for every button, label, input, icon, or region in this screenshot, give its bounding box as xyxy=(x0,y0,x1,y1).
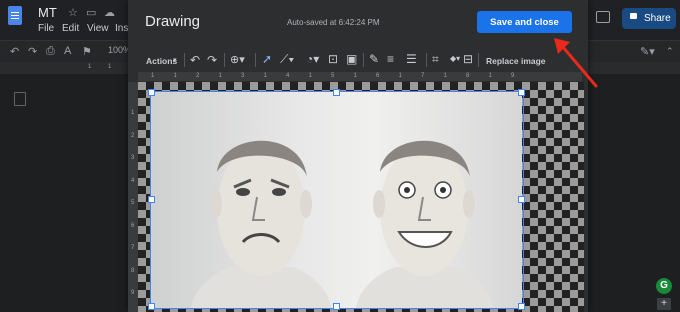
undo-icon[interactable]: ↶ xyxy=(190,53,200,67)
annotation-arrow xyxy=(554,38,598,88)
zoom-icon[interactable]: ⊕▾ xyxy=(230,53,245,66)
undo-icon[interactable]: ↶ xyxy=(10,45,19,58)
resize-handle[interactable] xyxy=(518,196,525,203)
ruler-tick-label: 9 xyxy=(131,290,135,296)
ruler-tick-label: 1 xyxy=(263,73,267,79)
spellcheck-icon[interactable]: A xyxy=(64,45,71,57)
image-options-icon[interactable]: ⊟ xyxy=(463,52,473,66)
line-tool-icon[interactable]: ⟋▾ xyxy=(280,52,294,67)
line-dash-icon[interactable]: ☰ xyxy=(406,52,417,66)
ruler-tick-label: 1 xyxy=(308,73,312,79)
resize-handle[interactable] xyxy=(518,89,525,96)
star-icon[interactable]: ☆ xyxy=(68,6,78,19)
explore-icon[interactable]: + xyxy=(657,298,671,310)
resize-handle[interactable] xyxy=(148,196,155,203)
resize-handle[interactable] xyxy=(333,89,340,96)
resize-handle[interactable] xyxy=(333,303,340,310)
ruler-tick-label: 8 xyxy=(131,267,135,274)
resize-handle[interactable] xyxy=(148,303,155,310)
editing-mode-icon[interactable]: ✎▾ xyxy=(640,45,655,58)
ruler-tick-label: 4 xyxy=(131,177,135,184)
pen-icon[interactable]: ✎ xyxy=(369,52,379,66)
docs-logo-icon[interactable] xyxy=(8,6,22,25)
outline-icon[interactable] xyxy=(14,92,26,106)
toolbar-divider xyxy=(255,53,256,67)
docs-ruler-mark: 1 xyxy=(88,64,92,70)
select-cursor-icon[interactable]: ➚ xyxy=(262,52,272,66)
comment-history-icon[interactable] xyxy=(596,11,610,23)
toolbar-divider xyxy=(184,53,185,67)
ruler-tick-label: 1 xyxy=(151,73,155,79)
ruler-tick-label: 4 xyxy=(286,73,290,79)
ruler-tick-label: 3 xyxy=(241,73,245,79)
toolbar-divider xyxy=(478,53,479,67)
menu-file[interactable]: File xyxy=(38,23,54,34)
lock-icon xyxy=(630,13,637,19)
ruler-tick-label: 5 xyxy=(331,73,335,79)
docs-ruler-mark: 1 xyxy=(108,64,112,70)
crop-icon[interactable]: ⌗ xyxy=(432,52,439,67)
ruler-tick-label: 1 xyxy=(173,73,177,79)
ruler-tick-label: 6 xyxy=(131,222,135,229)
redo-icon[interactable]: ↷ xyxy=(28,45,37,58)
save-and-close-button[interactable]: Save and close xyxy=(477,11,572,33)
text-box-icon[interactable]: ⊡ xyxy=(328,52,338,66)
mask-image-icon[interactable]: ◆▾ xyxy=(450,54,460,63)
autosave-status: Auto-saved at 6:42:24 PM xyxy=(287,18,380,27)
ruler-tick-label: 7 xyxy=(131,245,135,251)
ruler-tick-label: 8 xyxy=(466,73,470,79)
canvas-ruler-top xyxy=(138,72,582,81)
ruler-tick-label: 2 xyxy=(131,132,135,139)
resize-handle[interactable] xyxy=(148,89,155,96)
collapse-icon[interactable]: ⌃ xyxy=(666,46,674,57)
paint-format-icon[interactable]: ⚑ xyxy=(82,45,92,58)
document-title[interactable]: MT xyxy=(38,5,57,20)
ruler-tick-label: 9 xyxy=(511,73,515,79)
cloud-icon[interactable]: ☁ xyxy=(104,6,115,19)
print-icon[interactable]: ⎙ xyxy=(46,45,55,58)
ruler-tick-label: 1 xyxy=(488,73,492,79)
ruler-tick-label: 1 xyxy=(443,73,447,79)
toolbar-divider xyxy=(426,53,427,67)
ruler-tick-label: 7 xyxy=(421,73,425,79)
ruler-tick-label: 1 xyxy=(353,73,357,79)
ruler-tick-label: 2 xyxy=(196,73,200,79)
resize-handle[interactable] xyxy=(518,303,525,310)
replace-image-button[interactable]: Replace image xyxy=(486,56,546,66)
ruler-tick-label: 1 xyxy=(398,73,402,79)
folder-icon[interactable]: ▭ xyxy=(86,6,96,19)
grammarly-icon[interactable]: G xyxy=(656,278,672,294)
menu-edit[interactable]: Edit xyxy=(62,23,79,34)
ruler-tick-label: 1 xyxy=(218,73,222,79)
toolbar-divider xyxy=(224,53,225,67)
line-weight-icon[interactable]: ≡ xyxy=(387,52,394,66)
shape-tool-icon[interactable]: ◔▾ xyxy=(306,52,319,66)
selection-box xyxy=(150,91,524,309)
chevron-down-icon: ▾ xyxy=(173,57,177,64)
dialog-title: Drawing xyxy=(145,13,201,30)
toolbar-divider xyxy=(363,53,364,67)
ruler-tick-label: 1 xyxy=(131,110,135,116)
canvas-ruler-left xyxy=(128,82,138,312)
ruler-tick-label: 6 xyxy=(376,73,380,79)
ruler-tick-label: 3 xyxy=(131,155,135,161)
ruler-tick-label: 5 xyxy=(131,200,135,206)
menu-view[interactable]: View xyxy=(87,23,109,34)
redo-icon[interactable]: ↷ xyxy=(207,53,217,67)
image-icon[interactable]: ▣ xyxy=(346,52,357,66)
